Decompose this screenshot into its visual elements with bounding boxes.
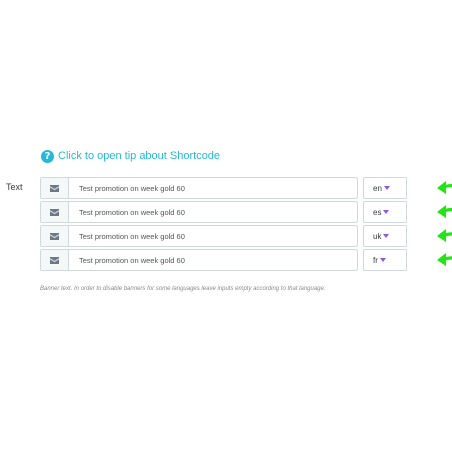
caret-down-icon	[379, 258, 386, 262]
language-code: es	[373, 207, 382, 217]
text-input-group	[40, 249, 358, 271]
banner-text-input-fr[interactable]	[69, 250, 357, 270]
envelope-icon	[50, 232, 59, 240]
green-arrow-annotation	[437, 181, 452, 194]
help-text: Banner text. In order to disable banners…	[40, 286, 326, 292]
translation-row-uk: uk	[40, 225, 452, 247]
envelope-addon	[41, 226, 69, 246]
banner-text-input-en[interactable]	[69, 178, 357, 198]
text-input-group	[40, 201, 358, 223]
language-code: fr	[373, 255, 378, 265]
language-select-uk[interactable]: uk	[363, 225, 407, 247]
banner-text-input-uk[interactable]	[69, 226, 357, 246]
shortcode-tip-label: Click to open tip about Shortcode	[58, 150, 221, 162]
question-circle-icon: ?	[41, 149, 54, 163]
envelope-icon	[50, 184, 59, 192]
envelope-addon	[41, 178, 69, 198]
translation-row-en: en	[40, 177, 452, 199]
translation-row-es: es	[40, 201, 452, 223]
shortcode-tip-link[interactable]: ? Click to open tip about Shortcode	[41, 148, 220, 164]
envelope-addon	[41, 250, 69, 270]
language-select-en[interactable]: en	[363, 177, 407, 199]
language-select-fr[interactable]: fr	[363, 249, 407, 271]
language-select-es[interactable]: es	[363, 201, 407, 223]
text-input-group	[40, 225, 358, 247]
language-code: en	[373, 183, 382, 193]
envelope-icon	[50, 256, 59, 264]
caret-down-icon	[383, 234, 390, 238]
green-arrow-annotation	[437, 253, 452, 266]
envelope-icon	[50, 208, 59, 216]
green-arrow-annotation	[437, 205, 452, 218]
language-code: uk	[373, 231, 382, 241]
text-input-group	[40, 177, 358, 199]
green-arrow-annotation	[437, 229, 452, 242]
banner-text-input-es[interactable]	[69, 202, 357, 222]
translation-row-fr: fr	[40, 249, 452, 271]
envelope-addon	[41, 202, 69, 222]
caret-down-icon	[383, 210, 390, 214]
caret-down-icon	[383, 186, 390, 190]
text-field-label: Text	[6, 182, 23, 192]
